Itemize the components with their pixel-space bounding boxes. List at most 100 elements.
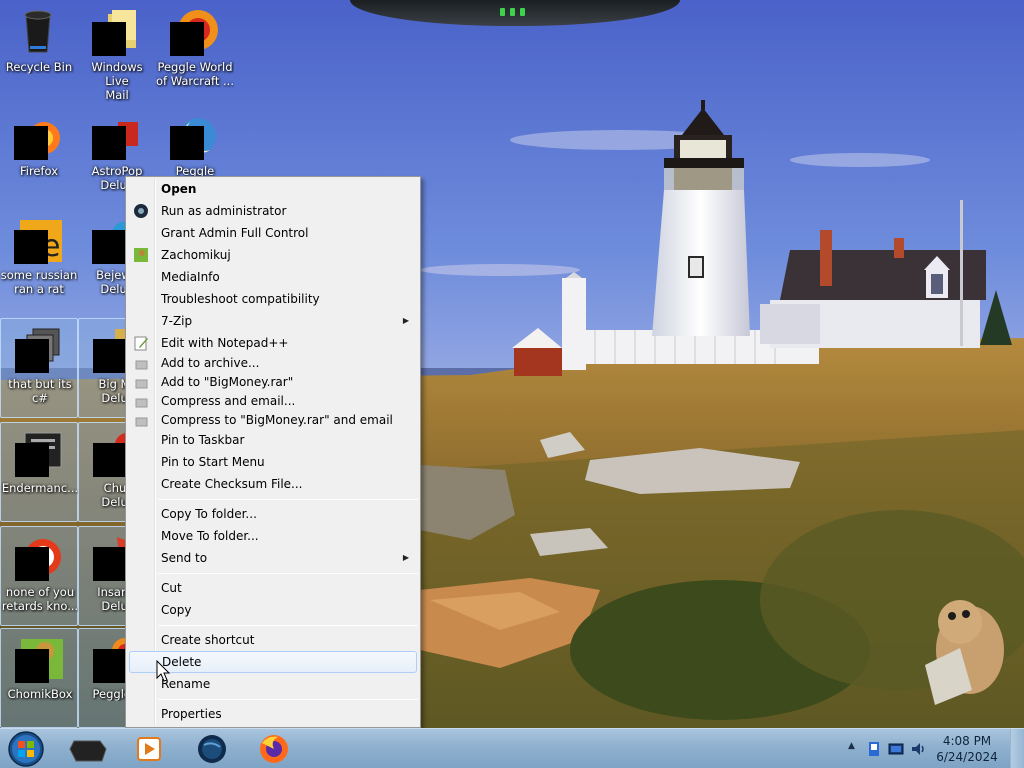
- menu-item-label: Copy To folder...: [161, 507, 257, 521]
- gadget-led: [520, 8, 525, 16]
- volume-icon[interactable]: [910, 741, 926, 757]
- menu-separator: [158, 625, 418, 626]
- admin-shield-icon: [133, 203, 149, 219]
- folder-icon: [69, 740, 107, 762]
- mouse-cursor-icon: [156, 660, 171, 682]
- mail-icon: [92, 8, 140, 56]
- system-tray: ▲ 4:08 PM 6/24/2024: [834, 729, 1024, 768]
- windows-orb-icon: [8, 731, 44, 767]
- context-menu: Open Run as administrator Grant Admin Fu…: [125, 176, 421, 728]
- menu-item-label: Copy: [161, 603, 192, 617]
- menu-item-create-shortcut[interactable]: Create shortcut: [129, 629, 417, 651]
- menu-item-label: Compress to "BigMoney.rar" and email: [161, 413, 393, 427]
- submenu-arrow-icon: ▶: [402, 553, 409, 562]
- menu-item-compress-rar-email[interactable]: Compress to "BigMoney.rar" and email: [129, 411, 417, 430]
- menu-item-send-to[interactable]: Send to ▶: [129, 547, 417, 569]
- desktop-icon-label: Peggle World of Warcraft ...: [156, 60, 234, 88]
- desktop-icon-label: that but its c#: [8, 377, 72, 405]
- menu-item-label: Add to archive...: [161, 356, 260, 370]
- menu-item-label: MediaInfo: [161, 270, 220, 284]
- desktop-icon-label: Recycle Bin: [5, 60, 73, 74]
- menu-item-label: Create Checksum File...: [161, 477, 303, 491]
- network-icon[interactable]: [888, 741, 904, 757]
- menu-item-label: Compress and email...: [161, 394, 296, 408]
- menu-item-cut[interactable]: Cut: [129, 577, 417, 599]
- menu-item-label: Pin to Start Menu: [161, 455, 265, 469]
- gadget-led: [510, 8, 515, 16]
- desktop-icon-russian-rat[interactable]: e some russian ran a rat: [0, 210, 78, 310]
- menu-item-label: Edit with Notepad++: [161, 336, 289, 350]
- desktop-icon-chomikbox[interactable]: ChomikBox: [0, 628, 78, 728]
- menu-item-move-to-folder[interactable]: Move To folder...: [129, 525, 417, 547]
- menu-item-label: 7-Zip: [161, 314, 193, 328]
- menu-item-mediainfo[interactable]: MediaInfo: [129, 266, 417, 288]
- taskbar-button-firefox[interactable]: [248, 731, 300, 767]
- menu-item-pin-taskbar[interactable]: Pin to Taskbar: [129, 429, 417, 451]
- clock-time: 4:08 PM: [942, 734, 992, 748]
- desktop-icon-label: ChomikBox: [7, 687, 73, 701]
- desktop-icon-that-but-csharp[interactable]: that but its c#: [0, 318, 78, 418]
- taskbar-button-media-player[interactable]: [122, 731, 174, 767]
- desktop-icon-recycle-bin[interactable]: Recycle Bin: [0, 2, 78, 102]
- menu-item-delete[interactable]: Delete: [129, 651, 417, 673]
- desktop-icon-label: none of you retards kno...: [1, 585, 79, 613]
- menu-item-notepadpp[interactable]: Edit with Notepad++: [129, 332, 417, 354]
- desktop-icon-windows-live-mail[interactable]: Windows Live Mail: [78, 2, 156, 102]
- taskbar-button-globe[interactable]: [186, 731, 238, 767]
- notepadpp-icon: [133, 335, 149, 351]
- menu-item-grant-admin[interactable]: Grant Admin Full Control: [129, 222, 417, 244]
- menu-item-properties[interactable]: Properties: [129, 703, 417, 725]
- menu-item-label: Zachomikuj: [161, 248, 231, 262]
- app-icon: [15, 429, 63, 477]
- taskbar: ▲ 4:08 PM 6/24/2024: [0, 728, 1024, 768]
- tray-expand-arrow-icon[interactable]: ▲: [848, 741, 855, 751]
- desktop-icon-none-of-you[interactable]: none of you retards kno...: [0, 526, 78, 626]
- menu-item-rename[interactable]: Rename: [129, 673, 417, 695]
- app-icon: [15, 325, 63, 373]
- gadget-led: [500, 8, 505, 16]
- menu-item-checksum[interactable]: Create Checksum File...: [129, 473, 417, 495]
- menu-item-label: Send to: [161, 551, 208, 565]
- firefox-icon: [14, 112, 62, 160]
- desktop-icon-label: Windows Live Mail: [91, 60, 143, 102]
- menu-item-label: Pin to Taskbar: [161, 433, 245, 447]
- menu-item-label: Open: [161, 182, 197, 196]
- menu-item-label: Cut: [161, 581, 182, 595]
- clock-date: 6/24/2024: [936, 750, 998, 764]
- archive-icon: [133, 394, 149, 410]
- menu-item-zachomikuj[interactable]: Zachomikuj: [129, 244, 417, 266]
- menu-separator: [158, 573, 418, 574]
- desktop-icon-label: Firefox: [19, 164, 59, 178]
- desktop-icon-endermanch[interactable]: Endermanc...: [0, 422, 78, 522]
- menu-item-copy-to-folder[interactable]: Copy To folder...: [129, 503, 417, 525]
- menu-item-add-to-rar[interactable]: Add to "BigMoney.rar": [129, 373, 417, 392]
- menu-item-troubleshoot[interactable]: Troubleshoot compatibility: [129, 288, 417, 310]
- tray-app-icon[interactable]: [866, 741, 882, 757]
- menu-item-label: Move To folder...: [161, 529, 259, 543]
- menu-item-7zip[interactable]: 7-Zip ▶: [129, 310, 417, 332]
- taskbar-button-folder[interactable]: [62, 731, 114, 767]
- menu-item-label: Create shortcut: [161, 633, 255, 647]
- peggle-icon: [170, 112, 218, 160]
- archive-icon: [133, 356, 149, 372]
- submenu-arrow-icon: ▶: [402, 316, 409, 325]
- desktop-icon-peggle-wow[interactable]: Peggle World of Warcraft ...: [156, 2, 234, 102]
- desktop-icon-label: Endermanc...: [1, 481, 79, 495]
- media-player-icon: [137, 737, 161, 761]
- menu-item-open[interactable]: Open: [129, 178, 417, 200]
- archive-icon: [133, 413, 149, 429]
- menu-item-copy[interactable]: Copy: [129, 599, 417, 621]
- menu-item-compress-email[interactable]: Compress and email...: [129, 392, 417, 411]
- menu-item-run-as-admin[interactable]: Run as administrator: [129, 200, 417, 222]
- peggle-icon: [170, 8, 218, 56]
- menu-item-label: Add to "BigMoney.rar": [161, 375, 294, 389]
- app-icon: [15, 533, 63, 581]
- menu-item-add-to-archive[interactable]: Add to archive...: [129, 354, 417, 373]
- clock[interactable]: 4:08 PM 6/24/2024: [932, 733, 1002, 765]
- menu-item-pin-start[interactable]: Pin to Start Menu: [129, 451, 417, 473]
- desktop-icon-firefox[interactable]: Firefox: [0, 106, 78, 206]
- menu-item-label: Troubleshoot compatibility: [161, 292, 320, 306]
- show-desktop-button[interactable]: [1010, 729, 1024, 768]
- start-button[interactable]: [4, 730, 48, 768]
- menu-item-label: Properties: [161, 707, 222, 721]
